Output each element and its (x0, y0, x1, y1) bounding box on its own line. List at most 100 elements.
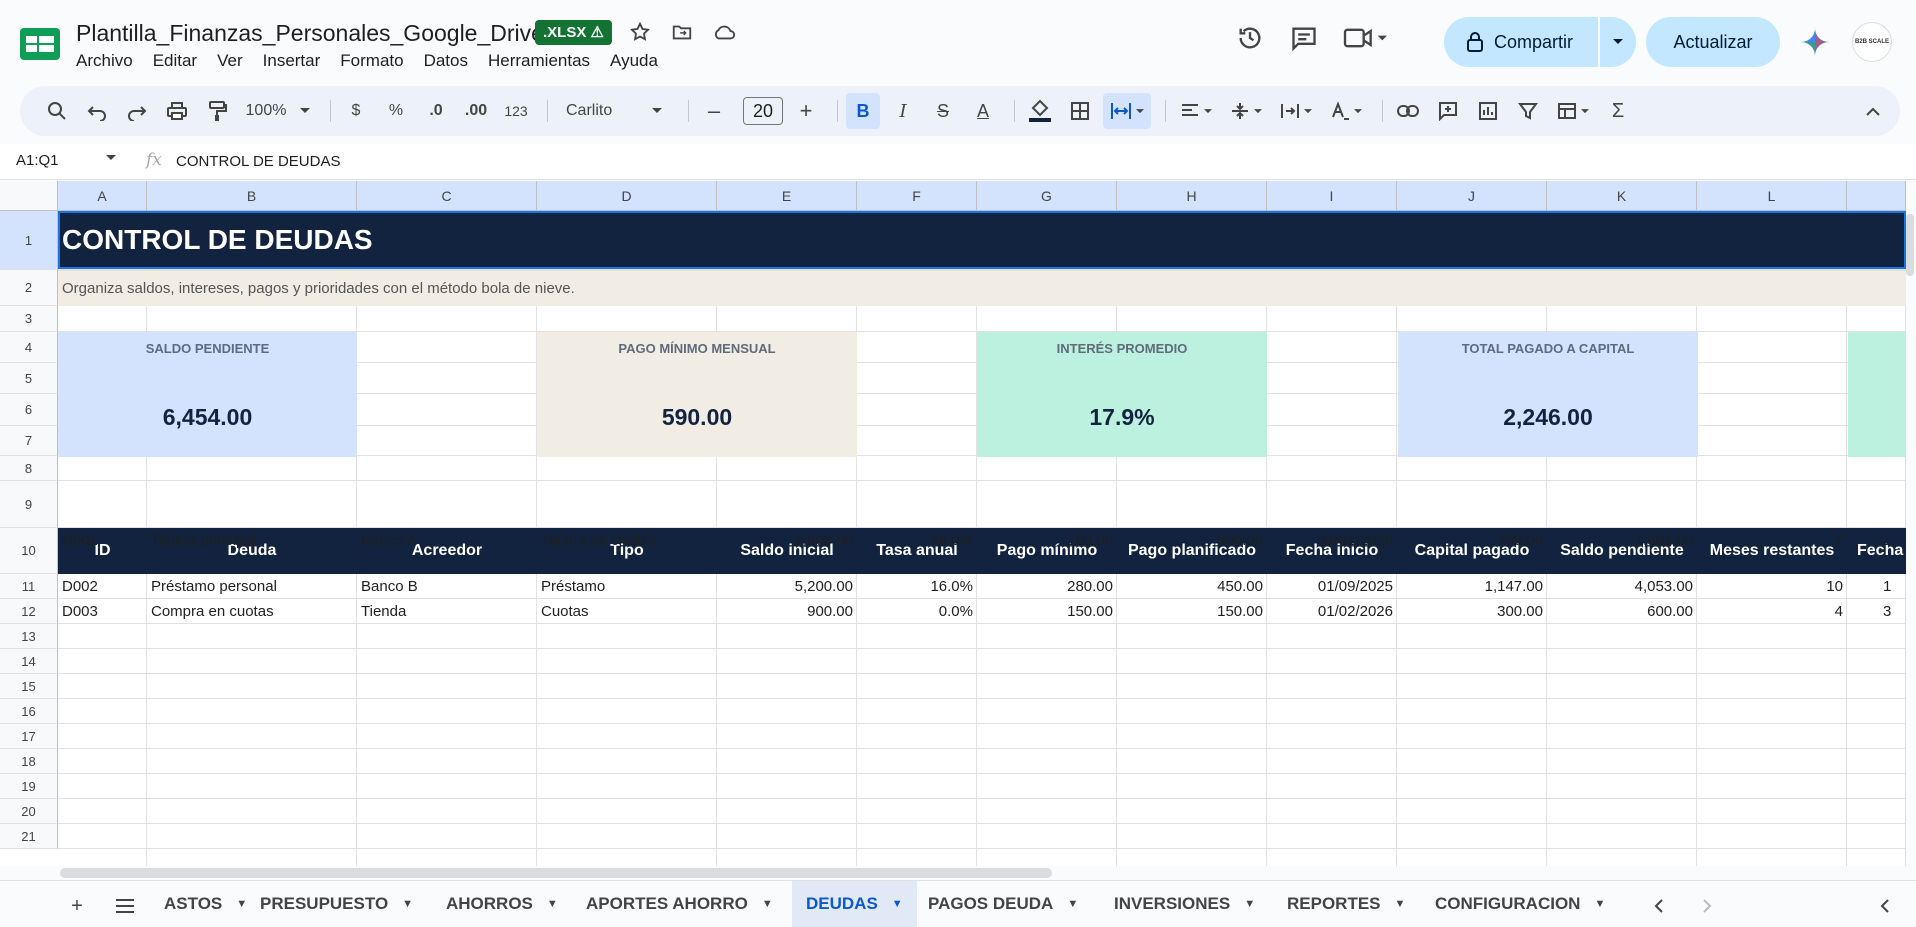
table-cell[interactable]: 16.0% (857, 574, 977, 599)
redo-icon[interactable] (120, 93, 154, 129)
row-header[interactable]: 4 (0, 332, 58, 363)
row-header[interactable]: 9 (0, 481, 58, 528)
menu-archivo[interactable]: Archivo (66, 50, 143, 72)
row-header[interactable]: 20 (0, 799, 58, 824)
table-cell[interactable]: Tienda (357, 599, 537, 624)
row-header[interactable]: 21 (0, 824, 58, 849)
table-cell[interactable]: Cuotas (537, 599, 717, 624)
sheet-tab[interactable]: DEUDAS ▼ (792, 881, 917, 927)
strikethrough-button[interactable]: S (926, 93, 960, 129)
row-header[interactable]: 1 (0, 211, 58, 270)
row-header[interactable]: 8 (0, 456, 58, 481)
filter-views-icon[interactable] (1551, 93, 1595, 129)
table-cell[interactable]: D001 (58, 528, 147, 553)
caret-down-icon[interactable]: ▼ (547, 898, 558, 910)
insert-chart-icon[interactable] (1471, 93, 1505, 129)
table-cell[interactable]: 3 (1847, 599, 1906, 624)
table-cell[interactable]: 300.00 (1117, 528, 1267, 553)
row-header[interactable]: 11 (0, 574, 58, 599)
card-total-capital[interactable]: TOTAL PAGADO A CAPITAL 2,246.00 (1398, 332, 1698, 457)
card-interes-promedio[interactable]: INTERÉS PROMEDIO 17.9% (977, 332, 1267, 457)
row-header[interactable]: 13 (0, 624, 58, 649)
menu-formato[interactable]: Formato (330, 50, 413, 72)
column-header[interactable]: J (1397, 181, 1547, 211)
table-cell[interactable]: 2,600.00 (717, 528, 857, 553)
menu-ayuda[interactable]: Ayuda (600, 50, 668, 72)
table-cell[interactable]: Tarjeta de crédito (537, 528, 717, 553)
column-header[interactable]: D (537, 181, 717, 211)
sheet-tab[interactable]: REPORTES ▼ (1273, 881, 1419, 927)
table-cell[interactable]: 01/09/2025 (1267, 574, 1397, 599)
column-header[interactable]: A (58, 181, 147, 211)
zoom-select[interactable]: 100% (240, 93, 316, 129)
column-header[interactable]: F (857, 181, 977, 211)
column-header-partial[interactable] (1847, 181, 1906, 211)
sheet-tab[interactable]: INVERSIONES ▼ (1100, 881, 1269, 927)
table-cell[interactable]: 1,147.00 (1397, 574, 1547, 599)
sheet-tab[interactable]: ASTOS ▼ (150, 881, 261, 927)
table-cell[interactable]: 4,053.00 (1547, 574, 1697, 599)
more-formats-button[interactable]: 123 (499, 93, 533, 129)
table-cell[interactable]: 799.00 (1397, 528, 1547, 553)
filter-icon[interactable] (1511, 93, 1545, 129)
row-header[interactable]: 7 (0, 426, 58, 456)
row-header[interactable]: 17 (0, 724, 58, 749)
text-rotation-icon[interactable] (1324, 93, 1368, 129)
insert-link-icon[interactable] (1391, 93, 1425, 129)
table-cell[interactable]: Préstamo (537, 574, 717, 599)
table-cell[interactable]: 450.00 (1117, 574, 1267, 599)
table-cell[interactable]: 280.00 (977, 574, 1117, 599)
chevron-down-icon[interactable] (106, 155, 116, 161)
paint-format-icon[interactable] (200, 93, 234, 129)
caret-down-icon[interactable]: ▼ (402, 898, 413, 910)
column-header[interactable]: L (1697, 181, 1847, 211)
caret-down-icon[interactable]: ▼ (1067, 898, 1078, 910)
increase-font-size-icon[interactable]: + (789, 93, 823, 129)
undo-icon[interactable] (80, 93, 114, 129)
row-header[interactable]: 18 (0, 749, 58, 774)
row-header[interactable]: 3 (0, 306, 58, 332)
comments-icon[interactable] (1284, 18, 1324, 58)
table-cell[interactable]: 160.00 (977, 528, 1117, 553)
text-wrapping-icon[interactable] (1274, 93, 1318, 129)
card-partial[interactable] (1848, 332, 1906, 457)
sheet-tab[interactable]: PAGOS DEUDA ▼ (914, 881, 1092, 927)
menu-herramientas[interactable]: Herramientas (478, 50, 600, 72)
table-cell[interactable]: 1 (1847, 574, 1906, 599)
table-cell[interactable]: 10 (1697, 574, 1847, 599)
row-header[interactable]: 14 (0, 649, 58, 674)
collapse-toolbar-icon[interactable] (1856, 93, 1890, 129)
sheet-subtitle[interactable]: Organiza saldos, intereses, pagos y prio… (62, 270, 575, 306)
select-all-corner[interactable] (0, 181, 58, 211)
font-size-input[interactable]: 20 (743, 97, 783, 125)
scroll-tabs-left-icon[interactable] (1644, 891, 1674, 921)
menu-ver[interactable]: Ver (207, 50, 253, 72)
meet-icon[interactable] (1338, 18, 1394, 58)
card-saldo-pendiente[interactable]: SALDO PENDIENTE 6,454.00 (58, 332, 357, 457)
caret-down-icon[interactable]: ▼ (892, 898, 903, 910)
sheets-logo-icon[interactable] (20, 28, 60, 60)
row-header[interactable]: 19 (0, 774, 58, 799)
table-cell[interactable]: 150.00 (1117, 599, 1267, 624)
name-box[interactable]: A1:Q1 (16, 152, 59, 169)
merge-cells-icon[interactable] (1103, 93, 1151, 129)
scroll-tabs-right-icon[interactable] (1692, 891, 1722, 921)
share-dropdown-button[interactable] (1600, 17, 1636, 67)
all-sheets-icon[interactable] (110, 891, 140, 921)
formula-input[interactable]: CONTROL DE DEUDAS (176, 153, 340, 170)
move-folder-icon[interactable] (670, 20, 694, 44)
row-header[interactable]: 2 (0, 270, 58, 306)
vertical-align-icon[interactable] (1224, 93, 1268, 129)
row-header[interactable]: 16 (0, 699, 58, 724)
caret-down-icon[interactable]: ▼ (1244, 898, 1255, 910)
table-cell[interactable]: Compra en cuotas (147, 599, 357, 624)
table-cell[interactable]: 28.0% (857, 528, 977, 553)
collapse-sidepanel-icon[interactable] (1870, 891, 1900, 921)
sheet-tab[interactable]: PRESUPUESTO ▼ (246, 881, 427, 927)
row-header[interactable]: 15 (0, 674, 58, 699)
column-header[interactable]: H (1117, 181, 1267, 211)
text-color-button[interactable]: A (966, 93, 1000, 129)
column-header[interactable]: B (147, 181, 357, 211)
column-header[interactable]: K (1547, 181, 1697, 211)
menu-editar[interactable]: Editar (143, 50, 207, 72)
